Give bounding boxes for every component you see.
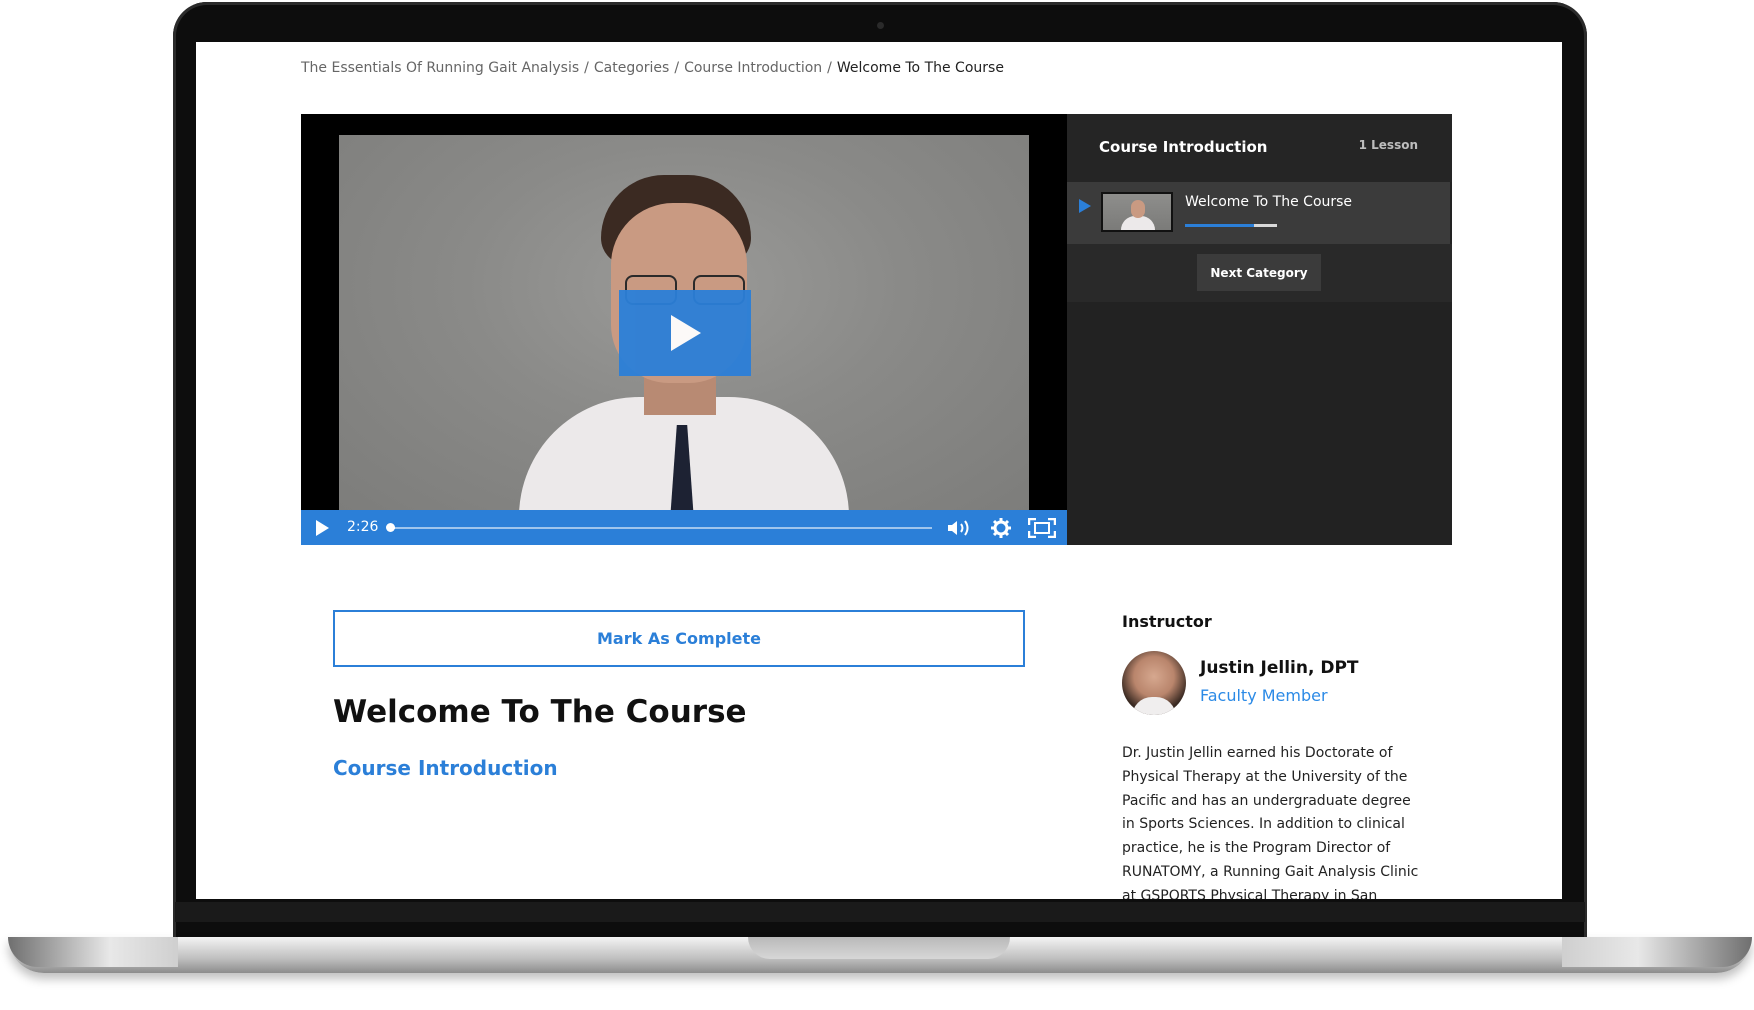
playlist-title: Course Introduction — [1099, 138, 1268, 156]
instructor-name: Justin Jellin, DPT — [1200, 658, 1359, 678]
instructor-role-link[interactable]: Faculty Member — [1200, 686, 1328, 705]
lesson-thumbnail — [1101, 192, 1173, 232]
breadcrumb-link-course[interactable]: The Essentials Of Running Gait Analysis — [301, 60, 579, 76]
playlist-item-label: Welcome To The Course — [1185, 194, 1353, 210]
playlist-footer: Next Category — [1067, 244, 1452, 302]
lesson-progress-fill — [1185, 224, 1254, 227]
lesson-progress-bar — [1185, 224, 1277, 227]
big-play-button[interactable] — [619, 290, 751, 376]
fullscreen-icon[interactable] — [1028, 518, 1056, 538]
lesson-count: 1 Lesson — [1358, 138, 1418, 152]
settings-gear-icon[interactable] — [991, 518, 1011, 538]
play-icon[interactable] — [313, 519, 331, 537]
breadcrumb-current: Welcome To The Course — [836, 60, 1004, 76]
laptop-opening-notch — [748, 937, 1010, 959]
playback-time: 2:26 — [347, 519, 379, 535]
lesson-category-link[interactable]: Course Introduction — [333, 756, 558, 780]
player-controls: 2:26 — [301, 510, 1067, 545]
breadcrumb-link-categories[interactable]: Categories — [594, 60, 669, 76]
now-playing-icon — [1079, 199, 1091, 213]
playlist-header: Course Introduction 1 Lesson — [1067, 114, 1452, 182]
instructor-avatar — [1122, 651, 1186, 715]
webcam-icon — [877, 22, 884, 29]
mark-complete-button[interactable]: Mark As Complete — [333, 610, 1025, 667]
breadcrumb-separator: / — [584, 60, 589, 76]
video-frame[interactable] — [339, 135, 1029, 510]
volume-icon[interactable] — [947, 519, 973, 537]
laptop-base-right — [1562, 937, 1752, 967]
screen: The Essentials Of Running Gait Analysis /… — [196, 42, 1562, 899]
playlist-item[interactable]: Welcome To The Course — [1067, 182, 1450, 244]
seek-handle[interactable] — [386, 523, 395, 532]
breadcrumb-separator: / — [827, 60, 832, 76]
lesson-title: Welcome To The Course — [333, 694, 747, 730]
breadcrumb-link-category[interactable]: Course Introduction — [684, 60, 822, 76]
play-icon — [671, 315, 701, 351]
laptop-bezel-bottom — [175, 902, 1585, 922]
breadcrumb-separator: / — [674, 60, 680, 76]
instructor-heading: Instructor — [1122, 612, 1212, 631]
instructor-bio: Dr. Justin Jellin earned his Doctorate o… — [1122, 745, 1419, 899]
lesson-playlist: Course Introduction 1 Lesson Welcome To … — [1067, 114, 1452, 545]
breadcrumb: The Essentials Of Running Gait Analysis /… — [301, 60, 1004, 76]
seek-bar[interactable] — [390, 527, 932, 529]
video-player: 2:26 — [301, 114, 1067, 545]
laptop-base-left — [8, 937, 178, 967]
next-category-button[interactable]: Next Category — [1197, 254, 1321, 291]
